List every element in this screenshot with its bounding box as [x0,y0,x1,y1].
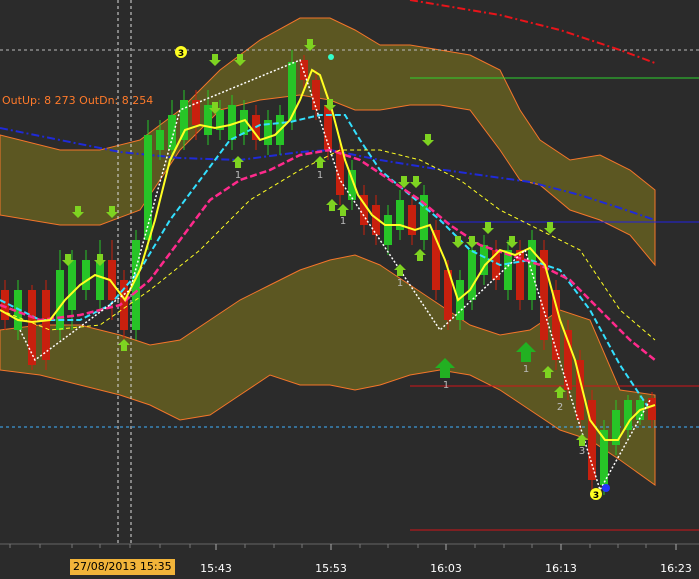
sell-arrow-icon [209,54,221,66]
x-tick-label: 16:13 [545,562,577,575]
low-dot-icon [602,484,610,492]
high-dot-icon [328,54,334,60]
buy-arrow-icon [337,204,349,216]
candle-body [156,130,164,150]
signal-count-label: 1 [340,216,346,227]
candle-body [300,60,308,80]
candle-body [624,400,632,430]
chart-area[interactable]: 1 1 1 1 1 1 2 3 3 3 15:43 15:53 16:03 16:13 16:23 OutU… [0,0,699,579]
out-levels-label: OutUp: 8 273 OutDn: 8 254 [2,94,154,107]
signal-count-label: 1 [235,170,241,181]
x-tick-label: 15:53 [315,562,347,575]
signal-count-label: 3 [579,446,585,457]
sell-arrow-icon [94,254,106,266]
buy-arrow-icon [414,249,426,261]
x-tick-label: 16:23 [660,562,692,575]
candle-body [82,260,90,290]
sell-arrow-icon [466,236,478,248]
buy-arrow-icon [232,156,244,168]
sell-arrow-icon [452,236,464,248]
x-tick-label: 16:03 [430,562,462,575]
candle-body [42,290,50,360]
wave-marker-label: 3 [593,491,599,501]
chart-canvas[interactable]: 1 1 1 1 1 1 2 3 3 3 15:43 15:53 16:03 16:13 16:23 [0,0,699,579]
sell-arrow-icon [482,222,494,234]
sell-arrow-icon [544,222,556,234]
candle-body [588,400,596,480]
signal-count-label: 1 [317,170,323,181]
candle-body [384,215,392,245]
sell-arrow-icon [422,134,434,146]
candle-body [468,250,476,300]
sell-arrow-icon [410,176,422,188]
signal-count-label: 1 [443,380,449,391]
buy-arrow-icon [326,199,338,211]
wave-marker-label: 3 [178,49,184,59]
signal-count-label: 1 [523,364,529,375]
buy-arrow-icon [394,264,406,276]
cursor-time-badge: 27/08/2013 15:35 [70,559,175,575]
candle-body [28,290,36,365]
candle-body [144,135,152,240]
signal-count-label: 1 [397,278,403,289]
candle-body [168,115,176,150]
candle-body [336,150,344,195]
signal-count-label: 2 [557,402,563,413]
candle-body [68,260,76,310]
candle-body [312,80,320,110]
x-tick-label: 15:43 [200,562,232,575]
